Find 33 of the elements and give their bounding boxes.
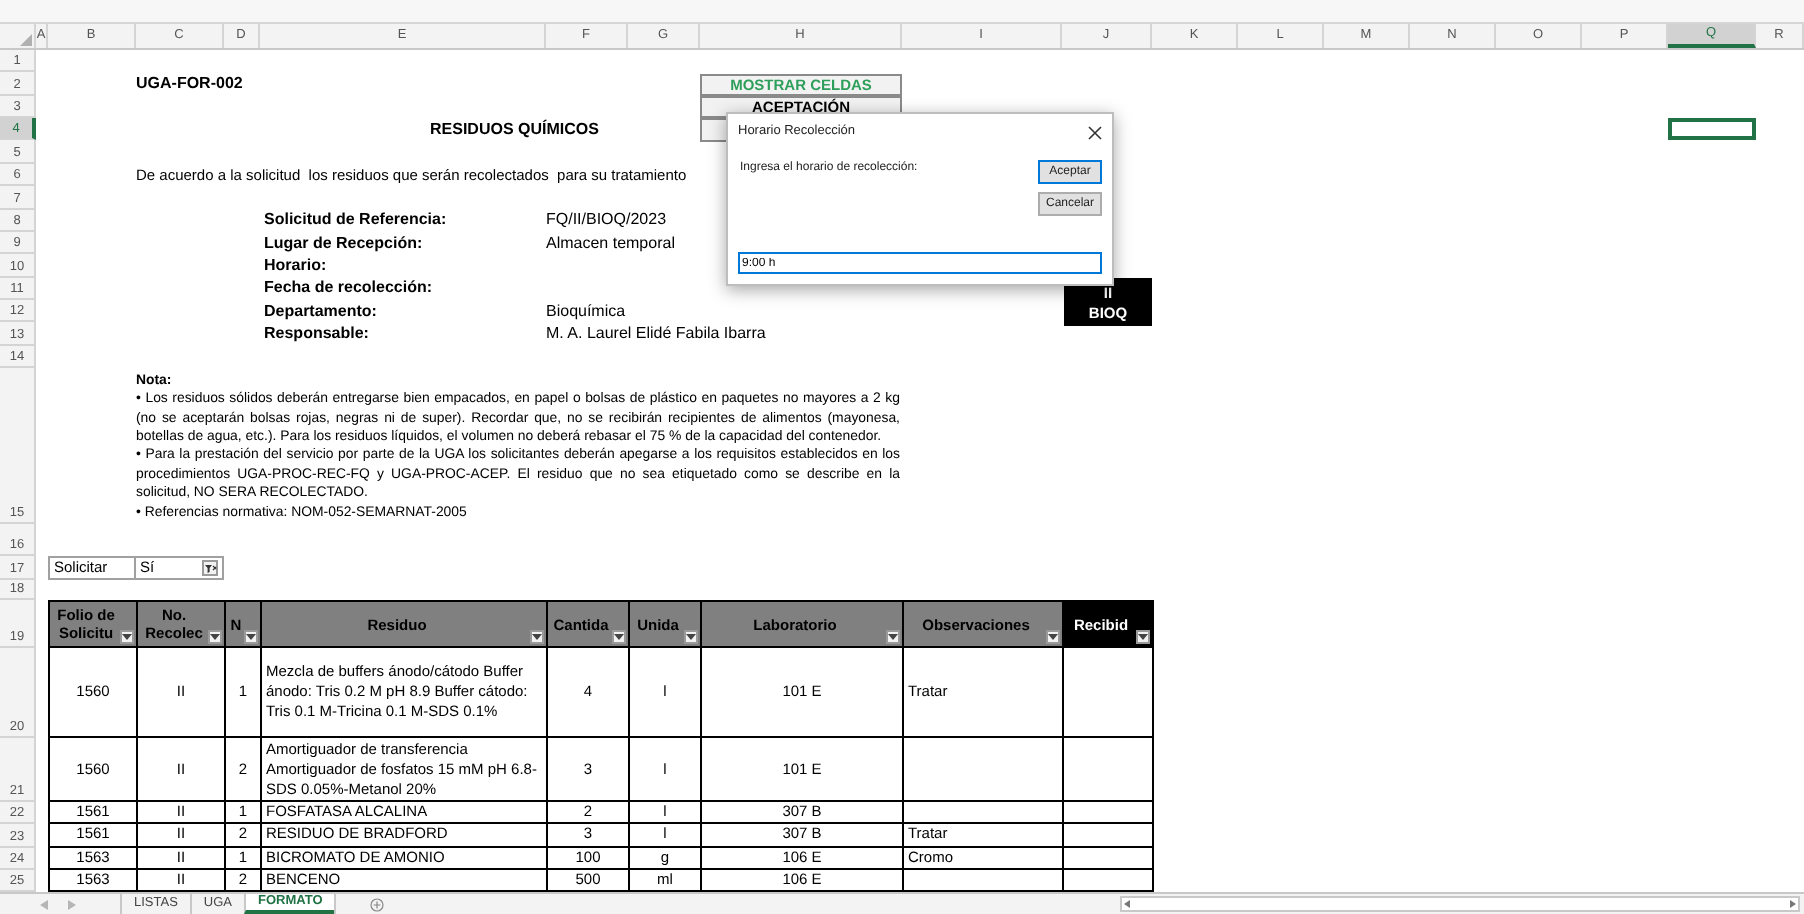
form-code: UGA-FOR-002 bbox=[136, 72, 243, 97]
field-value: Almacen temporal bbox=[546, 231, 675, 256]
scroll-right-icon[interactable] bbox=[1790, 900, 1796, 908]
filter-dropdown-button[interactable] bbox=[530, 630, 544, 645]
form-title: RESIDUOS QUÍMICOS bbox=[430, 117, 599, 142]
field-value: Bioquímica bbox=[546, 299, 626, 324]
add-sheet-icon[interactable] bbox=[370, 897, 385, 911]
field-label: Responsable: bbox=[264, 322, 371, 346]
field-label: Solicitud de Referencia: bbox=[264, 208, 449, 233]
filter-dropdown-button[interactable] bbox=[684, 630, 698, 645]
horizontal-scrollbar[interactable] bbox=[1120, 896, 1800, 912]
field-label: Departamento: bbox=[264, 299, 379, 324]
table-cell bbox=[1064, 802, 1154, 825]
filter-dropdown-button[interactable] bbox=[208, 630, 222, 645]
table-cell bbox=[1064, 648, 1154, 739]
table-cell bbox=[1064, 824, 1154, 848]
filter-dropdown-button[interactable] bbox=[120, 630, 134, 645]
table-cell bbox=[1064, 738, 1154, 803]
filter-dropdown-button[interactable] bbox=[886, 630, 900, 645]
filter-dropdown-button[interactable] bbox=[1046, 630, 1060, 645]
filter-icon[interactable] bbox=[202, 560, 218, 577]
field-value: M. A. Laurel Elidé Fabila Ibarra bbox=[546, 322, 766, 346]
close-icon[interactable] bbox=[1088, 125, 1102, 139]
field-label: Lugar de Recepción: bbox=[264, 231, 425, 256]
field-value: FQ/II/BIOQ/2023 bbox=[546, 208, 667, 233]
selected-cell[interactable] bbox=[1668, 118, 1756, 141]
scroll-left-icon[interactable] bbox=[1124, 900, 1130, 908]
field-label: Fecha de recolección: bbox=[264, 276, 435, 301]
filter-dropdown-button[interactable] bbox=[1136, 630, 1150, 645]
table-cell bbox=[1064, 847, 1154, 870]
filter-dropdown-button[interactable] bbox=[612, 630, 626, 645]
filter-dropdown-button[interactable] bbox=[244, 630, 258, 645]
field-label: Horario: bbox=[264, 253, 329, 278]
